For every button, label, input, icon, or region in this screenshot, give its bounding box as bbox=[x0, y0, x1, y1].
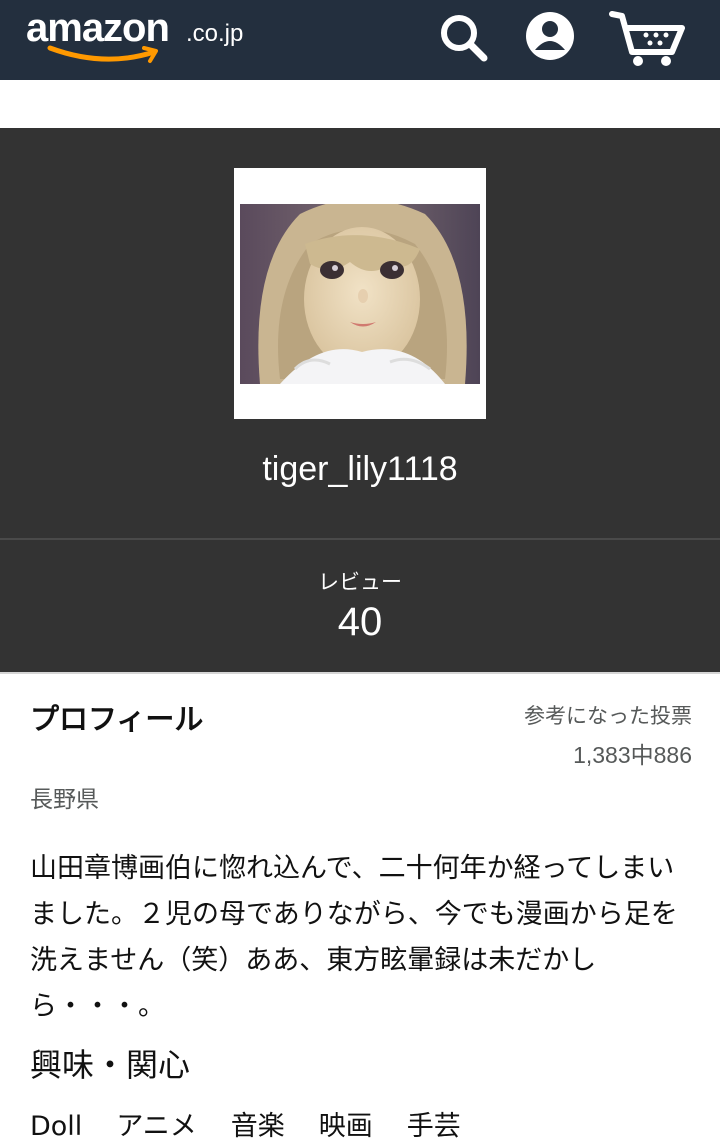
interest-tag: 手芸 bbox=[406, 1111, 461, 1142]
account-icon bbox=[526, 12, 574, 60]
profile-username: tiger_lily1118 bbox=[262, 450, 458, 488]
interest-tag: Doll bbox=[30, 1111, 83, 1142]
account-button[interactable] bbox=[520, 8, 580, 68]
profile-header: tiger_lily1118 bbox=[0, 128, 720, 538]
amazon-logo[interactable]: amazon .co.jp bbox=[26, 6, 266, 70]
interest-tag-list: Doll アニメ 音楽 映画 手芸 bbox=[30, 1104, 495, 1142]
logo-domain: .co.jp bbox=[186, 20, 244, 47]
search-icon bbox=[441, 15, 488, 62]
helpful-votes-value: 1,383中886 bbox=[573, 742, 692, 768]
review-count-label: レビュー bbox=[318, 570, 402, 594]
cart-icon bbox=[609, 11, 685, 66]
interests-title: 興味・関心 bbox=[30, 1046, 191, 1084]
interest-tag: アニメ bbox=[116, 1111, 197, 1142]
smile-arrow-icon bbox=[47, 45, 158, 63]
cart-button[interactable] bbox=[606, 8, 692, 68]
avatar bbox=[234, 168, 486, 419]
review-stats[interactable]: レビュー 40 bbox=[0, 540, 720, 672]
doll-photo bbox=[240, 204, 480, 384]
profile-section-title: プロフィール bbox=[30, 702, 204, 736]
profile-bio: 山田章博画伯に惚れ込んで、二十何年か経ってしまいました。２児の母でありながら、今… bbox=[30, 853, 678, 1022]
search-button[interactable] bbox=[434, 8, 494, 68]
top-navigation-bar: amazon .co.jp bbox=[0, 0, 720, 80]
interest-tag: 映画 bbox=[318, 1111, 373, 1142]
sub-header-strip bbox=[0, 80, 720, 128]
helpful-votes-label: 参考になった投票 bbox=[524, 704, 692, 728]
profile-location: 長野県 bbox=[30, 787, 99, 813]
review-count-value: 40 bbox=[337, 600, 383, 644]
interest-tag: 音楽 bbox=[230, 1111, 285, 1142]
section-divider bbox=[0, 672, 720, 674]
